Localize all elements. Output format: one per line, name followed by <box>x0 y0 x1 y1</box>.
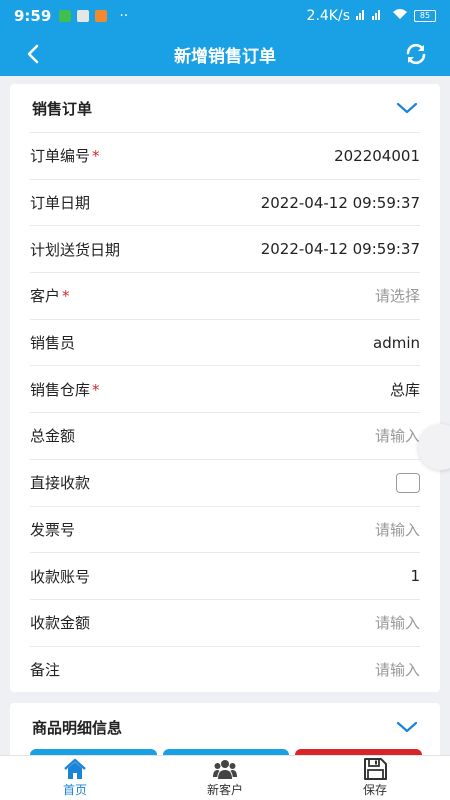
app-notification-icon <box>77 10 90 22</box>
field-label: 客户 * <box>30 287 70 306</box>
warehouse-row[interactable]: 销售仓库 * 总库 <box>30 366 420 414</box>
field-label: 收款金额 <box>30 614 91 633</box>
field-label: 直接收款 <box>30 474 91 493</box>
refresh-icon[interactable] <box>404 42 428 66</box>
field-label: 发票号 <box>30 520 76 539</box>
battery-icon: 85 <box>414 10 436 22</box>
nav-home[interactable]: 首页 <box>0 756 150 800</box>
total-amount-row[interactable]: 总金额 请输入 <box>30 413 420 460</box>
delivery-date-row[interactable]: 计划送货日期 2022-04-12 09:59:37 <box>30 226 420 274</box>
payment-account-value[interactable]: 1 <box>410 567 420 585</box>
salesperson-value[interactable]: admin <box>373 334 420 352</box>
order-number-value[interactable]: 202204001 <box>334 147 420 165</box>
sales-order-card: 销售订单 订单编号 * 202204001 订单日期 2022-04-12 09:… <box>10 84 440 692</box>
remarks-row[interactable]: 备注 请输入 <box>30 647 420 694</box>
network-speed: 2.4K/s <box>306 8 350 24</box>
required-mark: * <box>92 147 100 166</box>
field-label: 订单编号 * <box>30 147 100 166</box>
field-label: 计划送货日期 <box>30 240 121 259</box>
signal-icon <box>356 8 386 24</box>
chevron-down-icon[interactable] <box>396 720 418 734</box>
section-title: 商品明细信息 <box>32 718 123 737</box>
page-title: 新增销售订单 <box>174 46 276 67</box>
nav-new-customer[interactable]: 新客户 <box>150 756 300 800</box>
required-mark: * <box>92 380 100 399</box>
field-label: 收款账号 <box>30 567 91 586</box>
invoice-number-row[interactable]: 发票号 请输入 <box>30 507 420 554</box>
status-bar: 9:59 ·· 2.4K/s 85 <box>0 0 450 32</box>
nav-home-label: 首页 <box>62 783 87 797</box>
field-label: 订单日期 <box>30 194 91 213</box>
chevron-down-icon[interactable] <box>396 101 418 115</box>
nav-new-customer-label: 新客户 <box>206 783 243 797</box>
order-date-value[interactable]: 2022-04-12 09:59:37 <box>261 194 420 212</box>
field-label: 总金额 <box>30 427 76 446</box>
bottom-nav: 首页 新客户 保存 <box>0 755 450 800</box>
warehouse-value[interactable]: 总库 <box>390 379 420 400</box>
notification-icons: ·· <box>59 8 128 24</box>
home-icon <box>64 758 86 779</box>
order-date-row[interactable]: 订单日期 2022-04-12 09:59:37 <box>30 180 420 227</box>
status-right: 2.4K/s 85 <box>307 8 436 24</box>
required-mark: * <box>62 287 70 306</box>
app2-notification-icon <box>95 10 108 22</box>
nav-save[interactable]: 保存 <box>300 756 450 800</box>
status-time: 9:59 <box>14 7 52 25</box>
delivery-date-value[interactable]: 2022-04-12 09:59:37 <box>261 240 420 258</box>
users-icon <box>213 760 237 779</box>
payment-amount-input[interactable]: 请输入 <box>375 612 420 633</box>
section-title: 销售订单 <box>32 99 93 118</box>
battery-level: 85 <box>419 11 431 20</box>
back-arrow-icon[interactable] <box>22 42 46 66</box>
customer-row[interactable]: 客户 * 请选择 <box>30 273 420 320</box>
field-label: 备注 <box>30 661 61 680</box>
payment-account-row[interactable]: 收款账号 1 <box>30 553 420 600</box>
nav-save-label: 保存 <box>362 783 387 797</box>
invoice-number-input[interactable]: 请输入 <box>375 519 420 540</box>
payment-amount-row[interactable]: 收款金额 请输入 <box>30 600 420 647</box>
app-header: 新增销售订单 <box>0 32 450 76</box>
total-amount-input[interactable]: 请输入 <box>375 425 420 446</box>
order-number-row[interactable]: 订单编号 * 202204001 <box>30 133 420 180</box>
wechat-notification-icon <box>59 10 72 22</box>
customer-select[interactable]: 请选择 <box>375 285 420 306</box>
remarks-input[interactable]: 请输入 <box>375 659 420 680</box>
field-label: 销售仓库 * <box>30 380 100 399</box>
sales-order-header[interactable]: 销售订单 <box>10 84 440 132</box>
wifi-icon <box>392 8 408 24</box>
field-label: 销售员 <box>30 334 76 353</box>
product-details-card: 商品明细信息 <box>10 703 440 763</box>
more-notifications-icon: ·· <box>119 8 129 24</box>
save-icon <box>364 758 387 780</box>
direct-payment-row[interactable]: 直接收款 <box>30 460 420 507</box>
product-details-header[interactable]: 商品明细信息 <box>10 703 440 751</box>
salesperson-row[interactable]: 销售员 admin <box>30 320 420 367</box>
direct-payment-checkbox[interactable] <box>396 472 420 493</box>
